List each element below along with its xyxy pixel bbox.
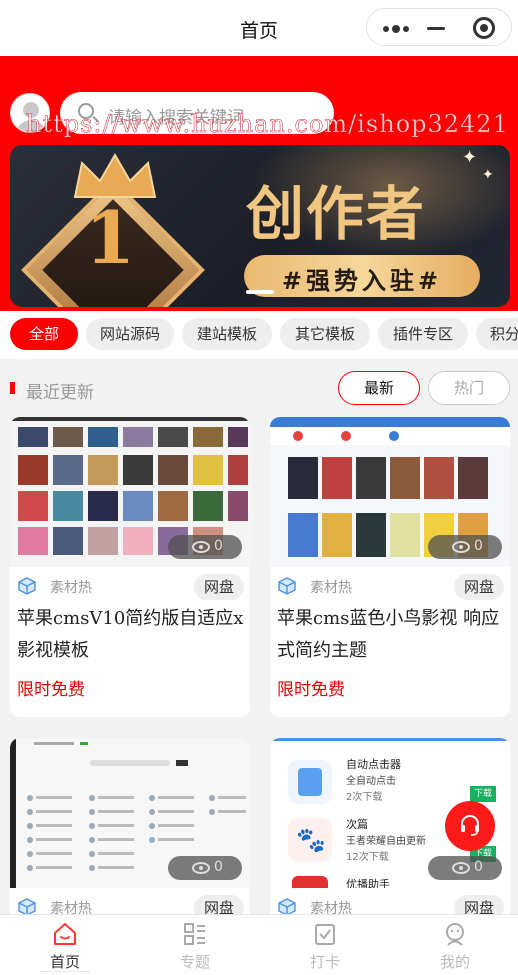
storage-tag: 网盘: [193, 574, 244, 600]
minimize-icon[interactable]: [427, 27, 445, 30]
preview-app-title: 自动点击器: [346, 758, 401, 771]
carousel-indicator: [246, 290, 274, 294]
topics-icon: [184, 923, 205, 945]
views-badge: 0: [428, 535, 502, 559]
preview-app-sub: 全自动点击: [346, 776, 396, 787]
views-count: 0: [214, 859, 223, 875]
eye-icon: [192, 862, 210, 874]
category-tab-site-template[interactable]: 建站模板: [182, 318, 272, 350]
preview-app-title: 次篇: [346, 818, 368, 831]
tab-label: 首页: [49, 953, 80, 971]
product-thumbnail: 0: [270, 417, 510, 567]
views-badge: 0: [168, 535, 242, 559]
tab-profile[interactable]: 我的: [390, 915, 518, 975]
author-name: 素材热: [50, 580, 92, 596]
section-title: 最近更新: [26, 383, 94, 403]
sort-hot-button[interactable]: 热门: [428, 371, 510, 405]
navigation-bar: 首页: [0, 0, 518, 56]
rank-number: 1: [84, 195, 136, 280]
product-card[interactable]: 0 素材热 网盘 苹果cms蓝色小鸟影视 响应式简约主题 限时免费: [270, 417, 510, 717]
views-badge: 0: [168, 856, 242, 880]
tab-topics[interactable]: 专题: [130, 915, 260, 975]
card-meta: 素材热 网盘: [10, 567, 250, 607]
app-root: 首页 请输入搜索关键词 1 创作者 #强势入驻# ✦ ✦ https://www…: [0, 0, 518, 975]
paw-icon: 🐾: [296, 826, 326, 854]
preview-app-title: 优播助手: [346, 878, 390, 888]
card-price: 限时免费: [17, 680, 85, 700]
section-accent-bar: [10, 382, 15, 394]
banner-subtitle: #强势入驻#: [281, 267, 443, 295]
card-meta: 素材热 网盘: [270, 567, 510, 607]
checkin-icon: [315, 924, 335, 945]
cube-icon: [278, 577, 296, 595]
sort-newest-button[interactable]: 最新: [338, 371, 420, 405]
mini-program-capsule: [366, 8, 512, 46]
customer-service-button[interactable]: [445, 801, 495, 851]
section-header: 最近更新 最新 热门: [0, 359, 518, 415]
views-count: 0: [474, 859, 483, 875]
tab-home[interactable]: 首页: [0, 915, 130, 975]
storage-tag: 网盘: [453, 574, 504, 600]
eye-icon: [452, 541, 470, 553]
bottom-tab-bar: 首页 专题 打卡 我的: [0, 914, 518, 975]
home-icon: [54, 923, 76, 945]
profile-icon: [446, 923, 464, 946]
author-name: 素材热: [310, 580, 352, 596]
product-card[interactable]: 0 素材热 网盘: [10, 738, 250, 938]
card-title: 苹果cmsV10简约版自适应x影视模板: [17, 608, 244, 661]
watermark-url: https://www.huzhan.com/ishop32421: [26, 110, 509, 139]
category-tab-other-template[interactable]: 其它模板: [280, 318, 370, 350]
product-thumbnail: 0: [10, 417, 250, 567]
more-icon[interactable]: [383, 25, 409, 33]
preview-app-meta: 2次下载: [346, 792, 383, 803]
category-tab-source[interactable]: 网站源码: [86, 318, 174, 350]
preview-download-button: 下载: [470, 786, 496, 802]
category-tab-plugins[interactable]: 插件专区: [378, 318, 468, 350]
product-thumbnail: 0: [10, 738, 250, 888]
banner-title: 创作者: [246, 180, 427, 248]
views-count: 0: [474, 538, 483, 554]
category-tabs: 全部 网站源码 建站模板 其它模板 插件专区 积分: [0, 311, 518, 359]
views-badge: 0: [428, 856, 502, 880]
sparkle-icon: ✦: [482, 167, 494, 183]
card-title: 苹果cms蓝色小鸟影视 响应式简约主题: [277, 608, 500, 661]
preview-app-sub: 王者荣耀自由更新: [346, 836, 426, 847]
category-tab-points[interactable]: 积分: [476, 318, 518, 350]
preview-app-meta: 12次下载: [346, 852, 389, 863]
headset-icon: [461, 815, 479, 836]
banner-carousel[interactable]: 1 创作者 #强势入驻# ✦ ✦: [10, 145, 510, 307]
category-tab-all[interactable]: 全部: [10, 318, 78, 350]
banner-pill: #强势入驻#: [244, 255, 480, 297]
tab-label: 我的: [439, 953, 470, 971]
sparkle-icon: ✦: [462, 147, 478, 168]
tab-label: 打卡: [309, 953, 340, 971]
cube-icon: [18, 577, 36, 595]
tab-underline: [40, 971, 90, 972]
card-price: 限时免费: [277, 680, 345, 700]
crown-icon: [73, 153, 157, 198]
close-target-icon[interactable]: [473, 17, 495, 39]
tab-checkin[interactable]: 打卡: [260, 915, 390, 975]
eye-icon: [192, 541, 210, 553]
tab-label: 专题: [179, 953, 210, 971]
views-count: 0: [214, 538, 223, 554]
product-card[interactable]: 0 素材热 网盘 苹果cmsV10简约版自适应x影视模板 限时免费: [10, 417, 250, 717]
eye-icon: [452, 862, 470, 874]
